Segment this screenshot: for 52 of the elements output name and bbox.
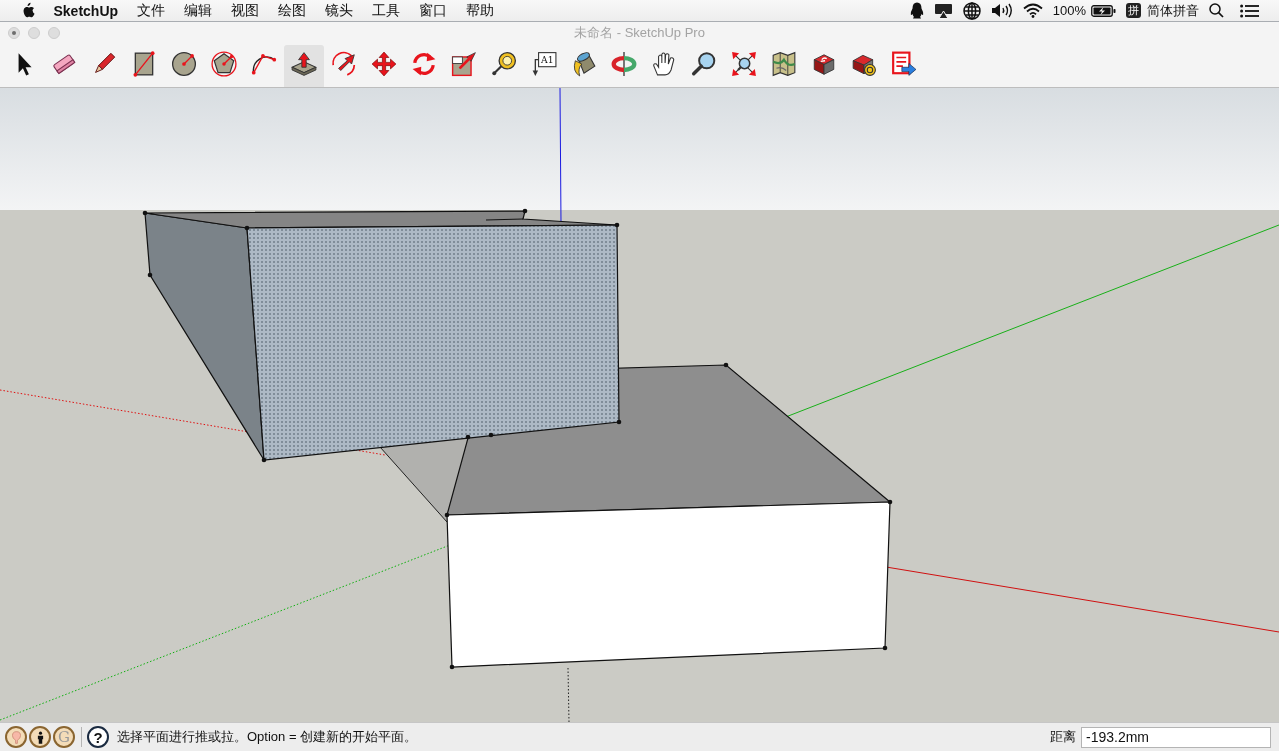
move-arrows-icon — [371, 51, 397, 77]
battery-percent: 100% — [1052, 3, 1086, 18]
penguin-icon[interactable] — [909, 2, 924, 19]
person-icon — [36, 730, 44, 744]
credits-button[interactable] — [29, 726, 51, 748]
search-icon[interactable] — [1209, 3, 1224, 18]
scale-icon — [451, 51, 477, 77]
page-arrow-icon — [891, 51, 917, 77]
menu-item[interactable]: 编辑 — [174, 0, 222, 21]
paint-bucket-icon — [571, 51, 597, 77]
push-pull-icon — [291, 51, 317, 77]
speaker-icon[interactable] — [990, 3, 1013, 18]
battery-icon[interactable] — [1091, 4, 1116, 17]
input-method-label[interactable]: 简体拼音 — [1147, 1, 1199, 20]
rotate-icon — [411, 51, 437, 77]
polygon-icon — [211, 51, 237, 77]
window-close-button[interactable] — [8, 27, 20, 39]
menu-item[interactable]: 文件 — [127, 0, 175, 21]
cube-icon — [811, 51, 837, 77]
menu-item[interactable]: 帮助 — [456, 0, 504, 21]
window-title: 未命名 - SketchUp Pro — [574, 24, 705, 42]
hand-icon — [651, 51, 677, 77]
pin-icon — [11, 730, 21, 744]
menu-item[interactable]: 工具 — [362, 0, 410, 21]
map-icon — [771, 51, 797, 77]
orbit-icon — [611, 51, 637, 77]
curved-arrow-icon — [331, 51, 357, 77]
menu-item[interactable]: 窗口 — [409, 0, 457, 21]
help-button[interactable]: ? — [87, 726, 109, 748]
monitor-icon[interactable] — [933, 2, 953, 19]
input-method-badge[interactable]: 拼 — [1126, 3, 1141, 18]
rectangle-icon — [131, 51, 157, 77]
wifi-icon[interactable] — [1022, 3, 1043, 18]
measurement-label: 距离 — [1050, 728, 1076, 746]
menu-item[interactable]: 绘图 — [268, 0, 316, 21]
status-hint: 选择平面进行推或拉。Option = 创建新的开始平面。 — [117, 728, 418, 746]
tape-measure-icon — [491, 51, 517, 77]
magnifier-icon — [691, 51, 717, 77]
menu-item[interactable]: 镜头 — [315, 0, 363, 21]
app-menu[interactable]: SketchUp — [44, 0, 128, 21]
measurement-field[interactable]: -193.2mm — [1081, 726, 1271, 748]
tool-button[interactable] — [284, 45, 324, 87]
globe-icon[interactable] — [962, 1, 981, 20]
circle-icon — [171, 51, 197, 77]
menu-item[interactable]: 视图 — [221, 0, 269, 21]
location-button[interactable] — [5, 726, 27, 748]
dot-icon — [12, 31, 16, 35]
apple-icon[interactable] — [21, 2, 35, 19]
zoom-extents-icon — [731, 51, 757, 77]
list-icon[interactable] — [1240, 3, 1259, 18]
arc-icon — [251, 51, 277, 77]
tool-button[interactable]: A1 — [524, 45, 564, 87]
